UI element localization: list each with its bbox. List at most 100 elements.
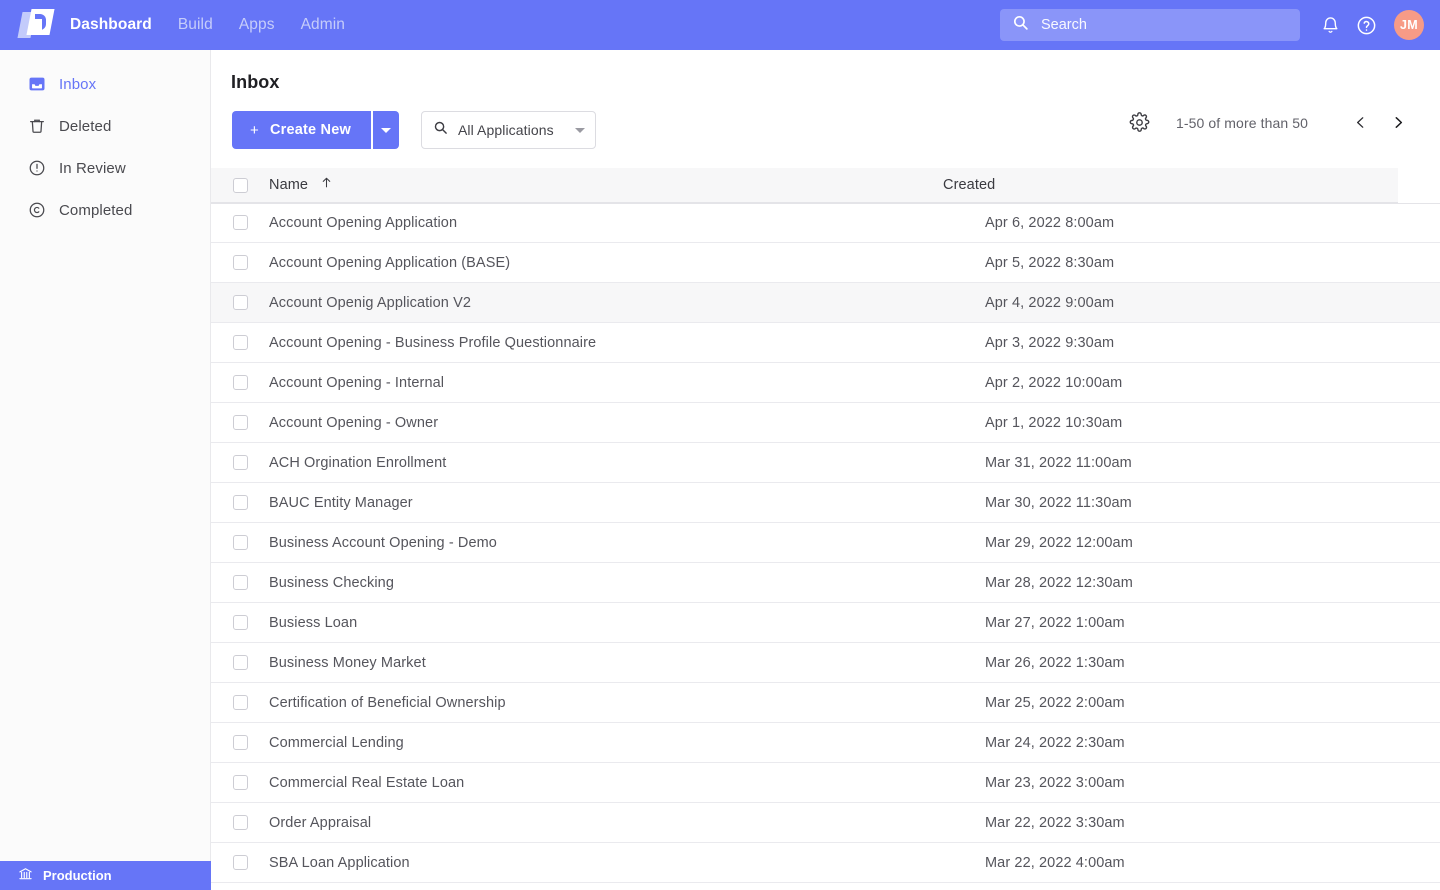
top-bar-actions: Search JM (1000, 0, 1440, 50)
row-select-cell (211, 375, 269, 390)
row-checkbox[interactable] (232, 735, 248, 750)
row-select-cell (211, 695, 269, 710)
table-row[interactable]: Account Openig Application V2 Apr 4, 2022… (211, 283, 1440, 323)
sidebar-item-inbox[interactable]: Inbox (0, 67, 210, 101)
row-checkbox[interactable] (232, 775, 248, 790)
cell-created: Mar 29, 2022 12:00am (985, 534, 1133, 551)
row-checkbox[interactable] (232, 335, 248, 350)
row-checkbox[interactable] (232, 575, 248, 590)
column-header-name[interactable]: Name (269, 176, 943, 194)
row-checkbox[interactable] (232, 455, 248, 470)
row-checkbox[interactable] (232, 815, 248, 830)
row-checkbox[interactable] (232, 655, 248, 670)
cell-created: Mar 26, 2022 1:30am (985, 654, 1125, 671)
row-select-cell (211, 335, 269, 350)
row-checkbox[interactable] (232, 375, 248, 390)
filter-selected-value: All Applications (457, 122, 554, 138)
sidebar-item-in-review[interactable]: In Review (0, 151, 210, 185)
pagination-next-button[interactable] (1386, 115, 1410, 130)
cell-name: Account Openig Application V2 (269, 294, 472, 311)
row-select-cell (211, 735, 269, 750)
sidebar-item-completed[interactable]: Completed (0, 193, 210, 227)
toolbar: + Create New All Applications (232, 111, 596, 149)
search-input[interactable]: Search (1000, 9, 1300, 41)
table-row[interactable]: Certification of Beneficial Ownership Mar… (211, 683, 1440, 723)
table-row[interactable]: Account Opening - Owner Apr 1, 2022 10:30… (211, 403, 1440, 443)
nav-item-dashboard[interactable]: Dashboard (70, 16, 152, 34)
table-row[interactable]: Order Appraisal Mar 22, 2022 3:30am (211, 803, 1440, 843)
select-all-checkbox[interactable] (232, 177, 248, 193)
table-row[interactable]: Business Account Opening - Demo Mar 29, 2… (211, 523, 1440, 563)
chevron-down-icon (380, 127, 391, 133)
cell-created: Mar 27, 2022 1:00am (985, 614, 1125, 631)
cell-created: Apr 1, 2022 10:30am (985, 414, 1123, 431)
sidebar-item-label: In Review (59, 159, 126, 177)
table-row[interactable]: SBA Loan Application Mar 22, 2022 4:00am (211, 843, 1440, 883)
row-checkbox[interactable] (232, 415, 248, 430)
row-select-cell (211, 615, 269, 630)
bell-icon[interactable] (1316, 16, 1344, 35)
applications-table: Name Created Account Opening Application… (211, 168, 1440, 883)
table-row[interactable]: Account Opening Application Apr 6, 2022 8… (211, 203, 1440, 243)
sidebar: Inbox Deleted In Review Completed Produc… (0, 50, 211, 890)
row-checkbox[interactable] (232, 695, 248, 710)
row-checkbox[interactable] (232, 855, 248, 870)
row-checkbox[interactable] (232, 215, 248, 230)
search-icon (1012, 14, 1029, 36)
column-header-created[interactable]: Created (943, 176, 1398, 194)
table-row[interactable]: Commercial Real Estate Loan Mar 23, 2022 … (211, 763, 1440, 803)
nav-item-build[interactable]: Build (178, 16, 213, 34)
cell-created: Apr 5, 2022 8:30am (985, 254, 1115, 271)
create-new-split-button: + Create New (232, 111, 399, 149)
table-row[interactable]: Account Opening - Internal Apr 2, 2022 10… (211, 363, 1440, 403)
table-row[interactable]: Account Opening Application (BASE) Apr 5,… (211, 243, 1440, 283)
sidebar-item-label: Completed (59, 201, 133, 219)
row-checkbox[interactable] (232, 495, 248, 510)
row-checkbox[interactable] (232, 295, 248, 310)
row-checkbox[interactable] (232, 255, 248, 270)
sidebar-item-deleted[interactable]: Deleted (0, 109, 210, 143)
row-checkbox[interactable] (232, 615, 248, 630)
gear-icon[interactable] (1129, 112, 1150, 133)
cell-created: Apr 3, 2022 9:30am (985, 334, 1115, 351)
pagination-prev-button[interactable] (1348, 115, 1372, 130)
table-row[interactable]: ACH Orgination Enrollment Mar 31, 2022 11… (211, 443, 1440, 483)
create-new-dropdown-button[interactable] (370, 111, 399, 149)
user-avatar[interactable]: JM (1394, 10, 1424, 40)
cell-name: ACH Orgination Enrollment (269, 454, 447, 471)
table-controls: 1-50 of more than 50 (1129, 112, 1410, 133)
cell-name: SBA Loan Application (269, 854, 410, 871)
table-row[interactable]: Business Checking Mar 28, 2022 12:30am (211, 563, 1440, 603)
select-all-cell (211, 177, 269, 193)
cell-name: Account Opening Application (BASE) (269, 254, 511, 271)
clock-alert-circle-icon (28, 159, 46, 177)
cell-created: Apr 6, 2022 8:00am (985, 214, 1115, 231)
cell-created: Mar 22, 2022 3:30am (985, 814, 1125, 831)
application-filter-dropdown[interactable]: All Applications (420, 111, 596, 149)
cell-created: Mar 24, 2022 2:30am (985, 734, 1125, 751)
cell-created: Mar 30, 2022 11:30am (985, 494, 1132, 511)
cell-created: Apr 2, 2022 10:00am (985, 374, 1123, 391)
table-row[interactable]: Business Money Market Mar 26, 2022 1:30am (211, 643, 1440, 683)
table-row[interactable]: BAUC Entity Manager Mar 30, 2022 11:30am (211, 483, 1440, 523)
cell-name: Business Money Market (269, 654, 426, 671)
app-logo-icon[interactable] (17, 8, 58, 42)
nav-item-admin[interactable]: Admin (301, 16, 345, 34)
table-row[interactable]: Account Opening - Business Profile Quest… (211, 323, 1440, 363)
cell-created: Mar 23, 2022 3:00am (985, 774, 1125, 791)
row-select-cell (211, 215, 269, 230)
row-checkbox[interactable] (232, 535, 248, 550)
create-new-button[interactable]: + Create New (232, 111, 371, 149)
cell-created: Mar 25, 2022 2:00am (985, 694, 1125, 711)
cell-name: Commercial Real Estate Loan (269, 774, 465, 791)
table-body: Account Opening Application Apr 6, 2022 8… (211, 203, 1440, 883)
help-circle-icon[interactable] (1352, 15, 1380, 36)
table-row[interactable]: Busiess Loan Mar 27, 2022 1:00am (211, 603, 1440, 643)
row-select-cell (211, 295, 269, 310)
row-select-cell (211, 415, 269, 430)
table-row[interactable]: Commercial Lending Mar 24, 2022 2:30am (211, 723, 1440, 763)
nav-item-apps[interactable]: Apps (239, 16, 275, 34)
environment-badge-production[interactable]: Production (0, 861, 211, 890)
row-select-cell (211, 655, 269, 670)
page-title: Inbox (231, 72, 280, 92)
